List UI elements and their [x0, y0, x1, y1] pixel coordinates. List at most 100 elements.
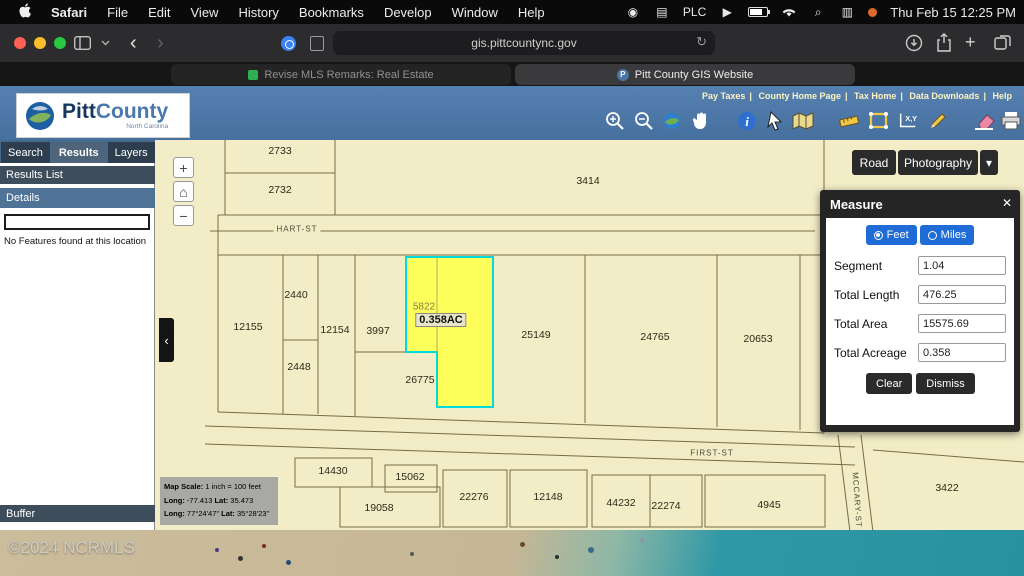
long-value: -77.413: [187, 496, 212, 505]
link-tax-home[interactable]: Tax Home: [854, 91, 896, 101]
eraser-tool-icon[interactable]: [973, 110, 995, 132]
unit-miles-button[interactable]: Miles: [920, 225, 975, 245]
measure-close-icon[interactable]: ✕: [1002, 196, 1012, 210]
map-zoom-out-button[interactable]: −: [173, 205, 194, 226]
status-dot-icon[interactable]: [868, 8, 877, 17]
details-header[interactable]: Details: [0, 188, 155, 208]
forward-button[interactable]: ›: [157, 33, 164, 53]
pan-hand-icon[interactable]: [690, 110, 712, 132]
menu-view[interactable]: View: [191, 5, 219, 20]
basemap-photography-button[interactable]: Photography: [898, 150, 978, 175]
unit-feet-button[interactable]: Feet: [866, 225, 917, 245]
tab-mls-remarks[interactable]: Revise MLS Remarks: Real Estate: [171, 64, 511, 85]
plc-status[interactable]: PLC: [683, 5, 706, 19]
beach-photo-strip: ©2024 NCRMLS: [0, 530, 1024, 576]
measure-length-tool-icon[interactable]: [838, 110, 860, 132]
apple-menu-icon[interactable]: [18, 3, 31, 21]
measure-dialog: Measure ✕ Feet Miles Segment 1.04: [820, 190, 1020, 432]
total-acreage-value-field[interactable]: 0.358: [918, 343, 1006, 362]
miles-radio[interactable]: [928, 231, 937, 240]
map-layers-icon[interactable]: [792, 110, 814, 132]
tab-overview-icon[interactable]: [994, 34, 1012, 52]
parcel-label: 22276: [459, 491, 488, 503]
menu-safari[interactable]: Safari: [51, 5, 87, 20]
parcel-map[interactable]: 2733 2732 3414 2440 12155 12154 3997 244…: [155, 140, 1024, 530]
feet-label: Feet: [887, 229, 909, 241]
menu-file[interactable]: File: [107, 5, 128, 20]
identify-info-icon[interactable]: i: [736, 110, 758, 132]
sidebar-collapse-handle[interactable]: ‹: [159, 318, 174, 362]
buffer-header[interactable]: Buffer: [0, 505, 155, 522]
page-extension-icon[interactable]: [310, 36, 324, 51]
link-help[interactable]: Help: [992, 91, 1012, 101]
link-county-home[interactable]: County Home Page: [758, 91, 841, 101]
results-list-header[interactable]: Results List: [0, 166, 155, 184]
menu-help[interactable]: Help: [518, 5, 545, 20]
measure-buttons: Clear Dismiss: [866, 373, 1006, 394]
beach-person-dot: [286, 560, 291, 565]
full-extent-globe-icon[interactable]: [661, 110, 683, 132]
basemap-caret-button[interactable]: ▾: [980, 150, 998, 175]
measure-row-segment: Segment 1.04: [834, 251, 1006, 280]
total-length-value-field[interactable]: 476.25: [918, 285, 1006, 304]
new-tab-button[interactable]: +: [965, 32, 976, 53]
extension-icon[interactable]: [281, 36, 296, 51]
link-pay-taxes[interactable]: Pay Taxes: [702, 91, 745, 101]
menu-edit[interactable]: Edit: [148, 5, 170, 20]
measure-row-total-length: Total Length 476.25: [834, 280, 1006, 309]
link-separator: |: [900, 91, 903, 101]
spotlight-search-icon[interactable]: ⌕: [810, 4, 826, 20]
print-tool-icon[interactable]: [1000, 110, 1022, 132]
map-home-button[interactable]: ⌂: [173, 181, 194, 202]
menu-develop[interactable]: Develop: [384, 5, 432, 20]
share-icon[interactable]: [936, 33, 952, 52]
menu-window[interactable]: Window: [452, 5, 498, 20]
total-area-value-field[interactable]: 15575.69: [918, 314, 1006, 333]
sidebar-toggle-icon[interactable]: [74, 36, 91, 50]
feet-radio[interactable]: [874, 231, 883, 240]
tab-pitt-county-gis[interactable]: P Pitt County GIS Website: [515, 64, 855, 85]
beach-person-dot: [520, 542, 525, 547]
downloads-icon[interactable]: [905, 34, 923, 52]
zoom-in-tool-icon[interactable]: [604, 110, 626, 132]
zoom-window-button[interactable]: [54, 37, 66, 49]
minimize-window-button[interactable]: [34, 37, 46, 49]
sidebar-tab-layers[interactable]: Layers: [108, 142, 155, 163]
chevron-down-icon[interactable]: [101, 40, 110, 46]
parcel-label: 25149: [521, 329, 550, 341]
sidebar-tab-search[interactable]: Search: [1, 142, 50, 163]
zoom-out-tool-icon[interactable]: [633, 110, 655, 132]
play-icon[interactable]: ▶: [719, 4, 735, 20]
measure-area-tool-icon[interactable]: [868, 110, 890, 132]
close-window-button[interactable]: [14, 37, 26, 49]
xy-coordinates-tool-icon[interactable]: X,Y: [897, 110, 919, 132]
clear-button[interactable]: Clear: [866, 373, 912, 394]
back-button[interactable]: ‹: [130, 33, 137, 53]
control-center-icon[interactable]: ▥: [839, 4, 855, 20]
site-header: PittCounty North Carolina Pay Taxes | Cou…: [0, 86, 1024, 140]
map-zoom-in-button[interactable]: +: [173, 157, 194, 178]
address-bar[interactable]: gis.pittcountync.gov ↻: [333, 31, 715, 55]
pointer-select-icon[interactable]: [765, 110, 787, 132]
menubar-clock[interactable]: Thu Feb 15 12:25 PM: [890, 5, 1016, 20]
basemap-road-button[interactable]: Road: [852, 150, 896, 175]
draw-pencil-icon[interactable]: [927, 110, 949, 132]
screen-record-icon[interactable]: ◉: [625, 4, 641, 20]
url-text: gis.pittcountync.gov: [471, 36, 576, 50]
reload-icon[interactable]: ↻: [696, 34, 707, 50]
segment-value-field[interactable]: 1.04: [918, 256, 1006, 275]
segment-label: Segment: [834, 259, 882, 273]
beach-person-dot: [238, 556, 243, 561]
menu-bookmarks[interactable]: Bookmarks: [299, 5, 364, 20]
link-data-downloads[interactable]: Data Downloads: [909, 91, 979, 101]
keyboard-icon[interactable]: ▤: [654, 4, 670, 20]
sidebar-tab-results[interactable]: Results: [52, 142, 106, 163]
parcel-label: 3422: [935, 482, 958, 494]
scale-label: Map Scale:: [164, 482, 203, 491]
menu-history[interactable]: History: [238, 5, 278, 20]
pitt-county-logo[interactable]: PittCounty North Carolina: [16, 93, 190, 138]
parcel-label: 26775: [405, 374, 434, 386]
wifi-icon[interactable]: [781, 4, 797, 20]
battery-icon[interactable]: [748, 7, 768, 17]
dismiss-button[interactable]: Dismiss: [916, 373, 975, 394]
